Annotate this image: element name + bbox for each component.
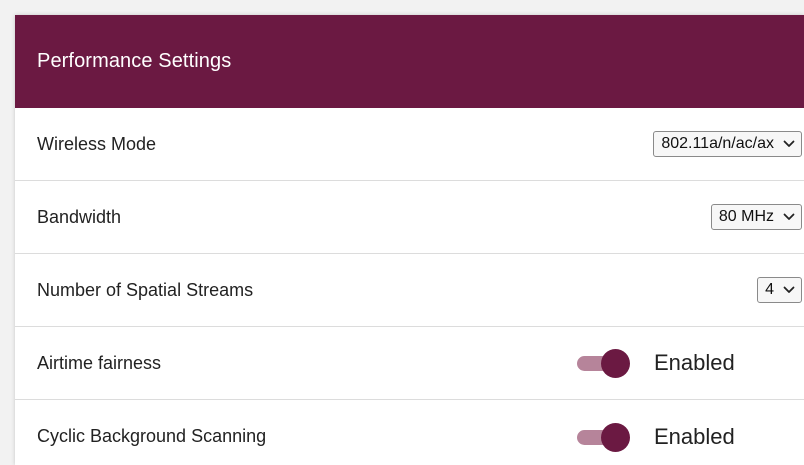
- cyclic-background-scanning-label: Cyclic Background Scanning: [37, 426, 267, 446]
- cyclic-background-scanning-control: Enabled: [577, 421, 735, 453]
- spatial-streams-label: Number of Spatial Streams: [37, 279, 254, 300]
- panel-title: Performance Settings: [37, 50, 232, 72]
- airtime-fairness-toggle[interactable]: [577, 347, 633, 379]
- setting-row-airtime-fairness: Airtime fairness Enabled: [15, 327, 804, 400]
- airtime-fairness-control: Enabled: [577, 347, 735, 379]
- page: Performance Settings Wireless Mode 802.1…: [0, 0, 804, 465]
- chevron-down-icon: [783, 211, 795, 223]
- spatial-streams-value: 4: [765, 281, 774, 298]
- bandwidth-select[interactable]: 80 MHz: [710, 204, 802, 230]
- wireless-mode-label: Wireless Mode: [37, 133, 157, 154]
- setting-row-spatial-streams: Number of Spatial Streams 4: [15, 254, 804, 327]
- chevron-down-icon: [783, 138, 795, 150]
- panel-header: Performance Settings: [15, 15, 804, 108]
- cyclic-background-scanning-state: Enabled: [654, 423, 735, 449]
- bandwidth-value: 80 MHz: [718, 208, 774, 225]
- performance-settings-panel: Performance Settings Wireless Mode 802.1…: [15, 15, 804, 465]
- chevron-down-icon: [783, 284, 795, 296]
- setting-row-cyclic-background-scanning: Cyclic Background Scanning Enabled: [15, 400, 804, 465]
- wireless-mode-value: 802.11a/n/ac/ax: [661, 135, 774, 152]
- bandwidth-label: Bandwidth: [37, 206, 122, 227]
- setting-row-wireless-mode: Wireless Mode 802.11a/n/ac/ax: [15, 108, 804, 181]
- spatial-streams-select[interactable]: 4: [757, 277, 802, 303]
- airtime-fairness-state: Enabled: [654, 350, 735, 375]
- toggle-knob: [601, 422, 630, 452]
- cyclic-background-scanning-toggle[interactable]: [577, 421, 633, 453]
- airtime-fairness-label: Airtime fairness: [37, 352, 162, 373]
- toggle-knob: [601, 349, 630, 378]
- setting-row-bandwidth: Bandwidth 80 MHz: [15, 181, 804, 254]
- wireless-mode-select[interactable]: 802.11a/n/ac/ax: [653, 131, 802, 157]
